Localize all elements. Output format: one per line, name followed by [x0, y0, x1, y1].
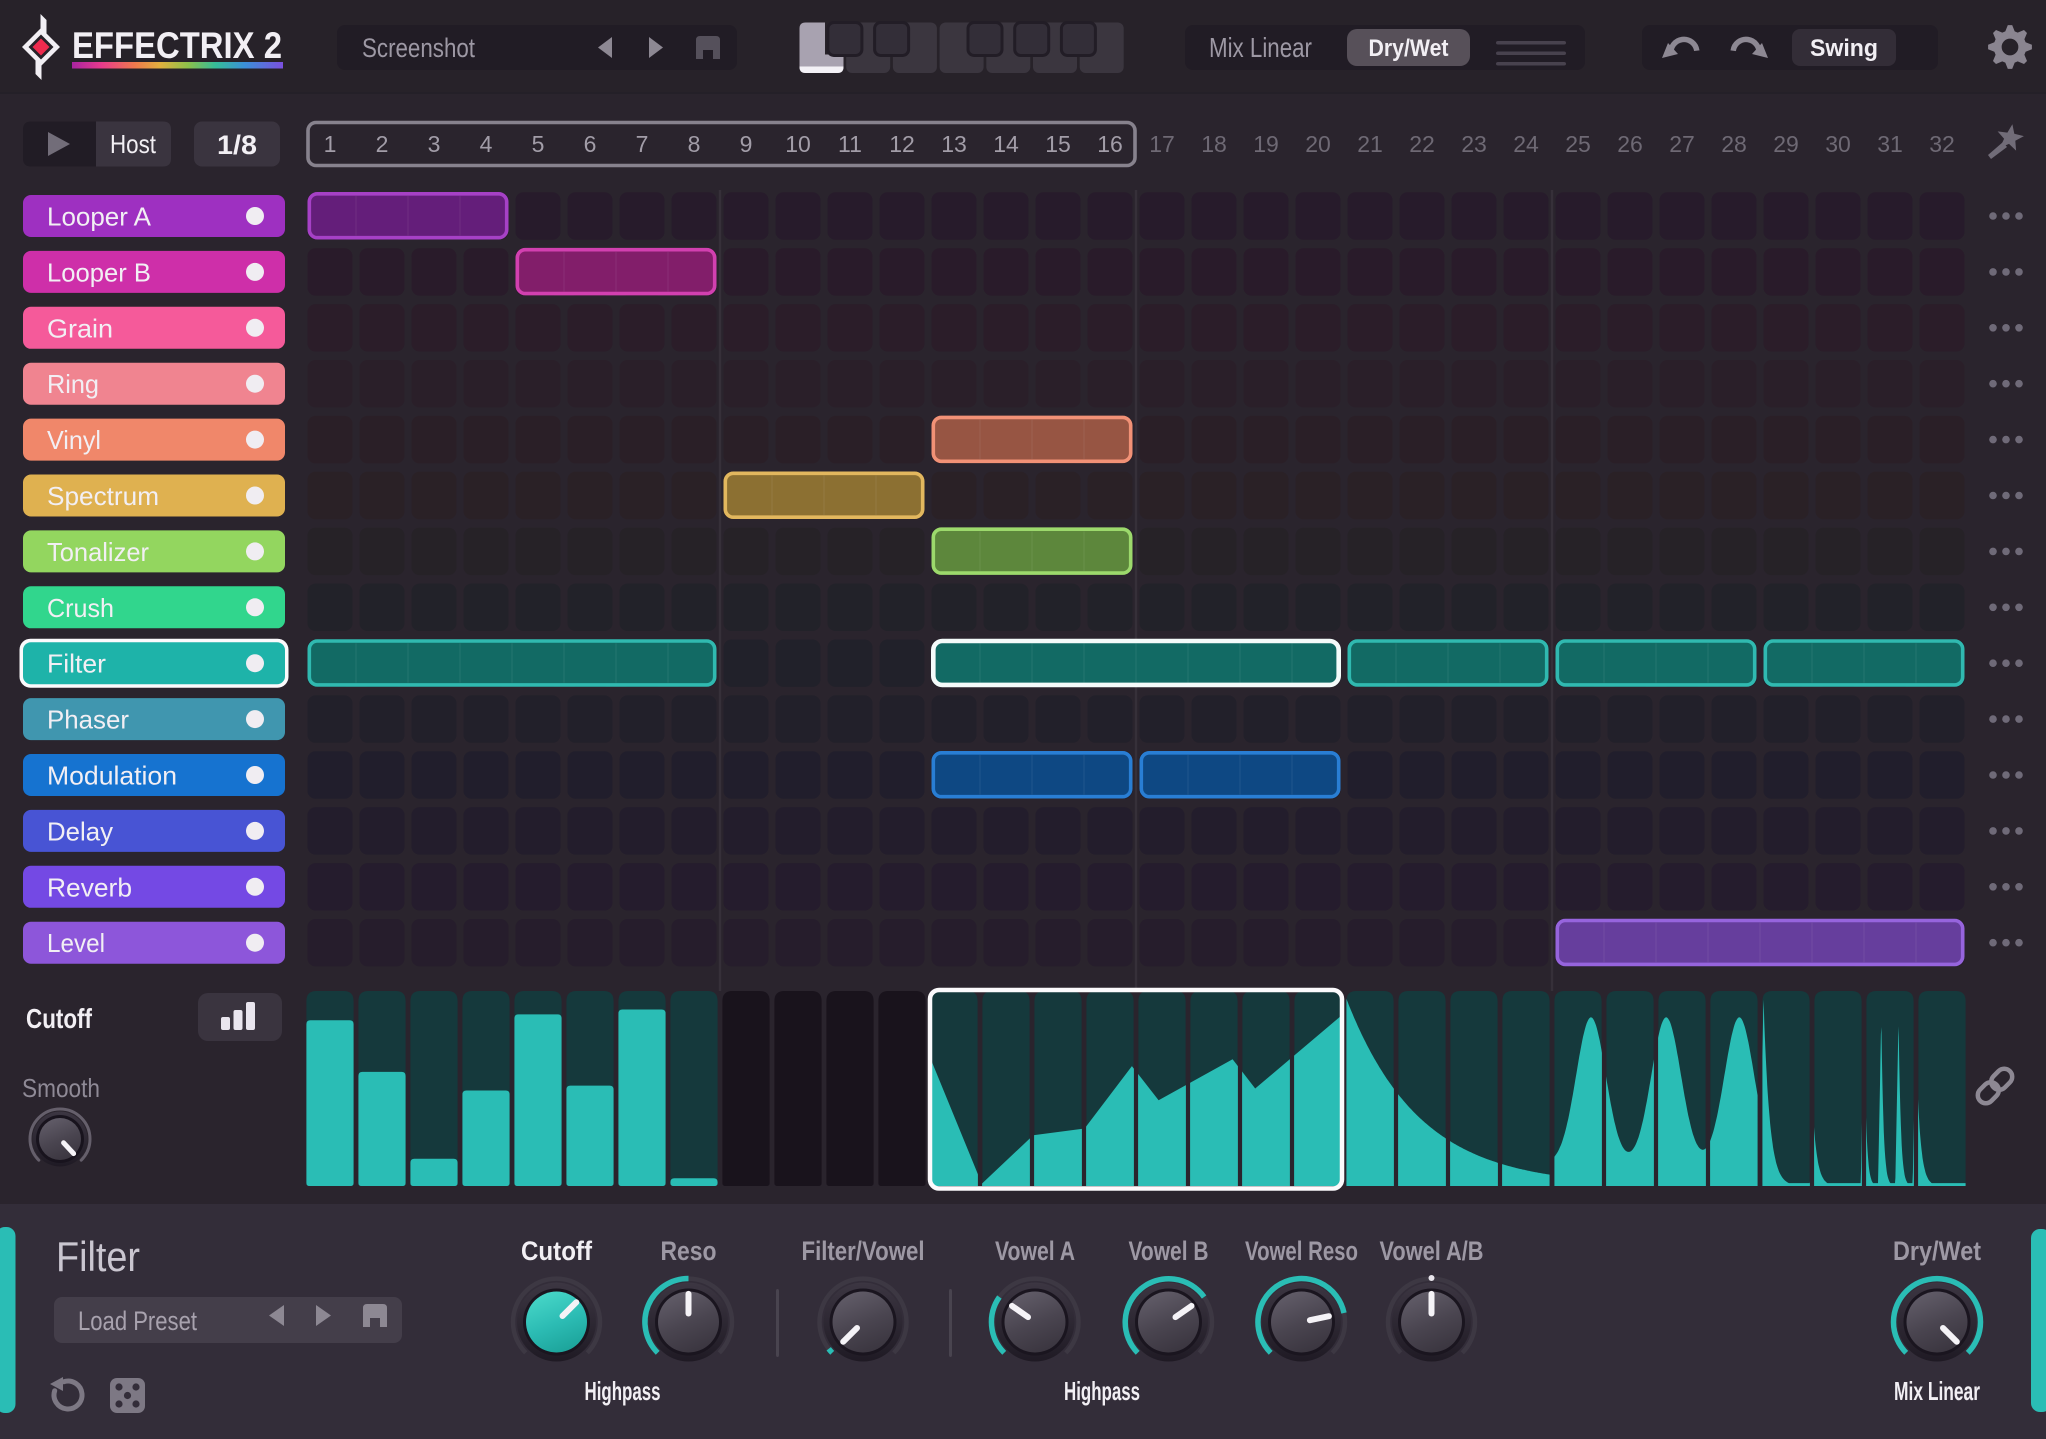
svg-text:Spectrum: Spectrum — [47, 481, 159, 511]
svg-text:17: 17 — [1149, 131, 1175, 157]
svg-text:Looper B: Looper B — [47, 257, 151, 287]
svg-text:Highpass: Highpass — [1064, 1376, 1140, 1406]
svg-text:24: 24 — [1513, 131, 1539, 157]
svg-text:32: 32 — [1929, 131, 1955, 157]
svg-text:Vowel B: Vowel B — [1129, 1236, 1209, 1266]
svg-text:Filter: Filter — [47, 649, 106, 679]
svg-text:Grain: Grain — [47, 313, 113, 343]
svg-text:Vowel A: Vowel A — [995, 1236, 1075, 1266]
svg-text:25: 25 — [1565, 131, 1591, 157]
svg-text:20: 20 — [1305, 131, 1331, 157]
svg-text:27: 27 — [1669, 131, 1695, 157]
svg-text:Tonalizer: Tonalizer — [47, 537, 149, 567]
svg-text:Filter/Vowel: Filter/Vowel — [802, 1236, 925, 1266]
svg-text:Phaser: Phaser — [47, 705, 129, 735]
svg-text:21: 21 — [1357, 131, 1383, 157]
svg-text:22: 22 — [1409, 131, 1435, 157]
svg-text:Vinyl: Vinyl — [47, 425, 101, 455]
svg-text:16: 16 — [1097, 131, 1123, 157]
svg-text:Screenshot: Screenshot — [362, 33, 475, 63]
svg-text:14: 14 — [993, 131, 1019, 157]
svg-text:Mix Linear: Mix Linear — [1209, 32, 1312, 63]
svg-text:18: 18 — [1201, 131, 1227, 157]
svg-text:Vowel Reso: Vowel Reso — [1245, 1236, 1358, 1266]
svg-text:10: 10 — [785, 131, 811, 157]
svg-text:Mix Linear: Mix Linear — [1894, 1376, 1980, 1406]
svg-text:29: 29 — [1773, 131, 1799, 157]
svg-text:19: 19 — [1253, 131, 1279, 157]
svg-text:Load Preset: Load Preset — [78, 1306, 197, 1336]
svg-text:Level: Level — [47, 928, 105, 958]
svg-text:7: 7 — [636, 131, 649, 157]
svg-text:23: 23 — [1461, 131, 1487, 157]
svg-text:Highpass: Highpass — [585, 1376, 661, 1406]
svg-text:30: 30 — [1825, 131, 1851, 157]
svg-text:Cutoff: Cutoff — [26, 1003, 93, 1034]
svg-text:Looper A: Looper A — [47, 202, 152, 232]
svg-text:Ring: Ring — [47, 369, 99, 399]
svg-text:31: 31 — [1877, 131, 1903, 157]
svg-text:13: 13 — [941, 131, 967, 157]
svg-text:Reso: Reso — [661, 1236, 717, 1266]
svg-text:Host: Host — [110, 129, 157, 159]
svg-text:Delay: Delay — [47, 816, 113, 846]
svg-text:11: 11 — [838, 131, 862, 157]
svg-text:12: 12 — [889, 131, 915, 157]
svg-text:Vowel A/B: Vowel A/B — [1380, 1236, 1484, 1266]
svg-text:5: 5 — [532, 131, 545, 157]
svg-text:26: 26 — [1617, 131, 1643, 157]
svg-text:Cutoff: Cutoff — [521, 1236, 593, 1266]
svg-text:Dry/Wet: Dry/Wet — [1369, 35, 1449, 62]
svg-text:28: 28 — [1721, 131, 1747, 157]
svg-text:Smooth: Smooth — [22, 1073, 100, 1103]
svg-text:Crush: Crush — [47, 593, 114, 623]
svg-text:2: 2 — [376, 131, 389, 157]
svg-text:Modulation: Modulation — [47, 761, 177, 791]
svg-text:3: 3 — [428, 131, 441, 157]
svg-text:6: 6 — [584, 131, 597, 157]
svg-text:Filter: Filter — [56, 1233, 140, 1280]
svg-text:Reverb: Reverb — [47, 872, 132, 902]
svg-text:8: 8 — [688, 131, 701, 157]
svg-text:9: 9 — [740, 131, 753, 157]
svg-text:EFFECTRIX 2: EFFECTRIX 2 — [72, 25, 282, 66]
svg-text:Swing: Swing — [1810, 35, 1878, 62]
svg-text:1: 1 — [324, 131, 337, 157]
svg-text:1/8: 1/8 — [217, 130, 257, 160]
svg-text:15: 15 — [1045, 131, 1071, 157]
svg-text:Dry/Wet: Dry/Wet — [1893, 1236, 1981, 1266]
svg-text:4: 4 — [480, 131, 493, 157]
